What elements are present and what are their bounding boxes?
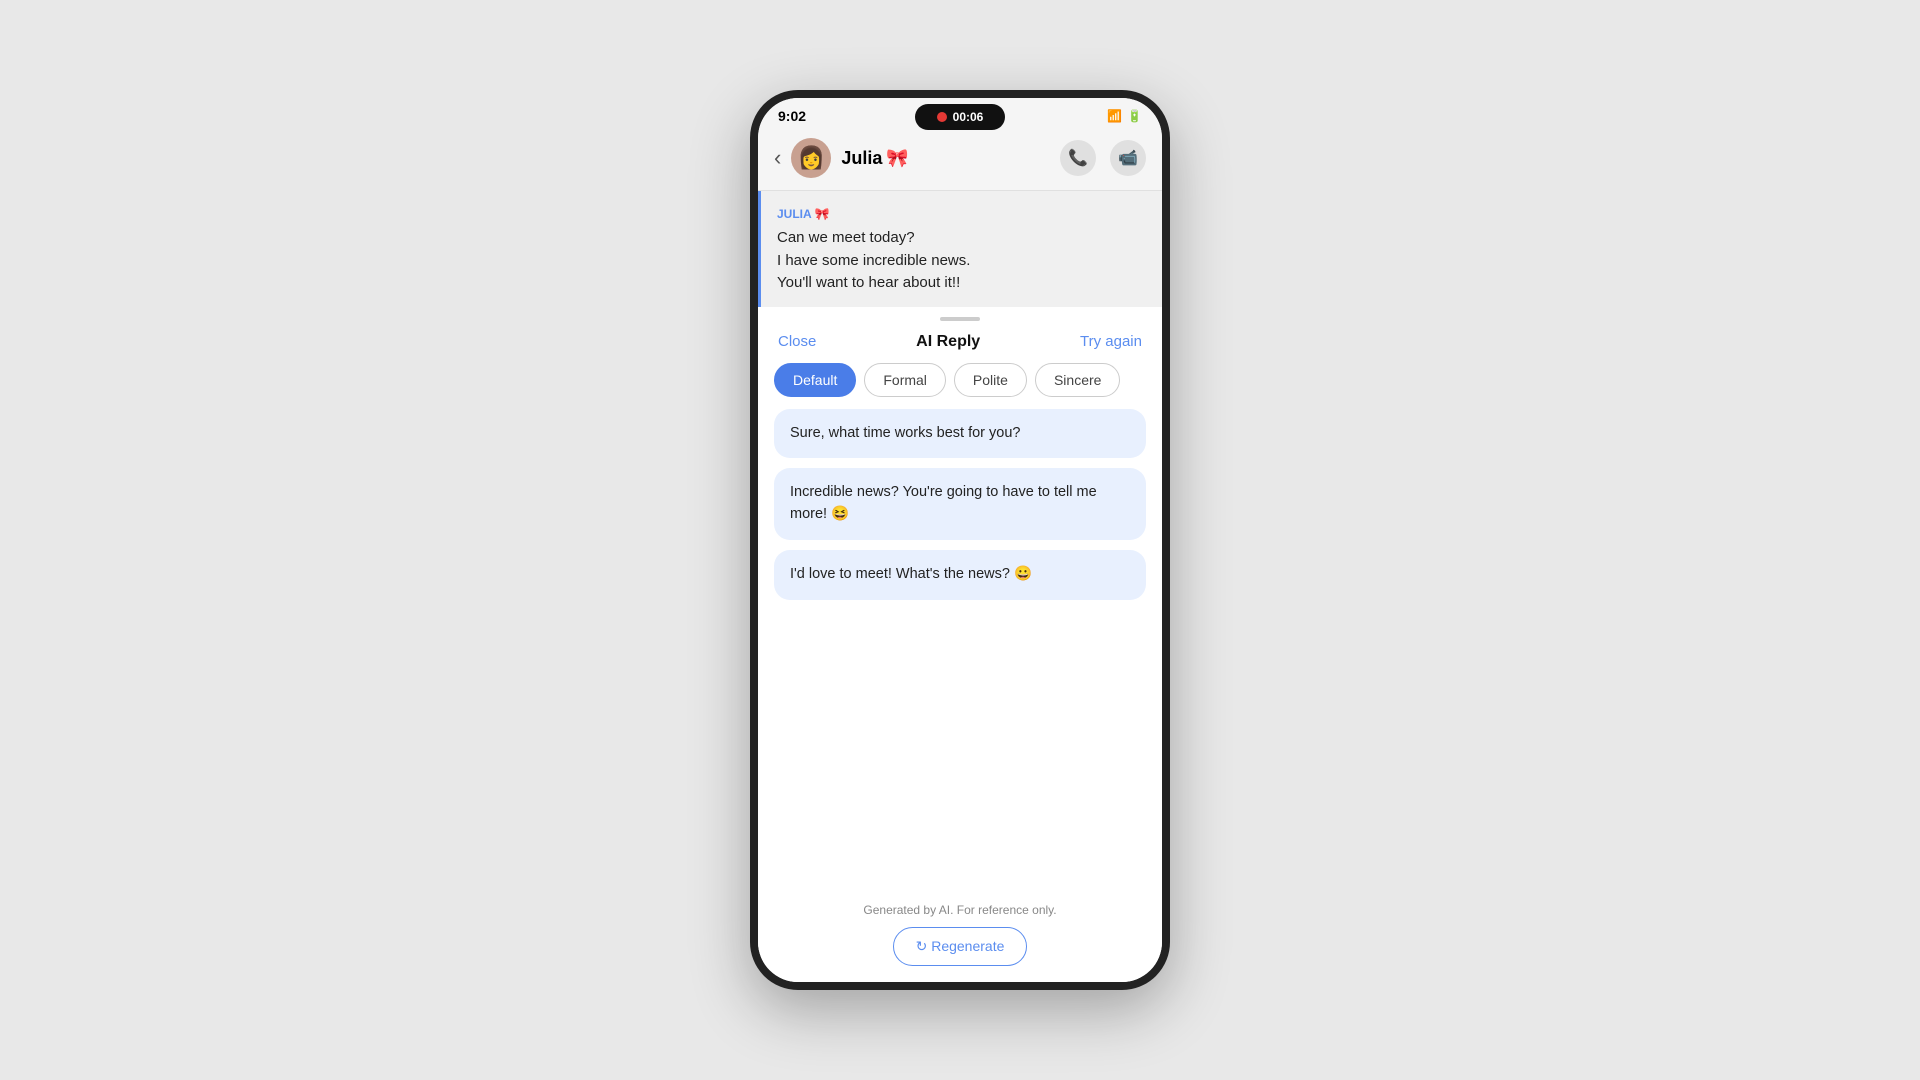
message-line-1: Can we meet today? <box>777 227 1146 250</box>
suggestions-list: Sure, what time works best for you? Incr… <box>758 409 1162 894</box>
suggestion-1[interactable]: Sure, what time works best for you? <box>774 409 1146 459</box>
video-call-button[interactable]: 📹 <box>1110 140 1146 176</box>
header-actions: 📞 📹 <box>1060 140 1146 176</box>
tone-formal-button[interactable]: Formal <box>864 363 946 397</box>
camera-pill: 00:06 <box>915 104 1005 130</box>
avatar: 👩 <box>791 138 831 178</box>
tone-polite-button[interactable]: Polite <box>954 363 1027 397</box>
message-line-2: I have some incredible news. <box>777 250 1146 273</box>
regenerate-button[interactable]: ↻ Regenerate <box>893 927 1028 966</box>
sender-label-emoji: 🎀 <box>815 207 830 221</box>
ai-disclaimer: Generated by AI. For reference only. <box>758 893 1162 923</box>
camera-timer: 00:06 <box>953 110 984 124</box>
camera-dot <box>937 112 947 122</box>
sender-label: JULIA 🎀 <box>777 207 1146 221</box>
status-bar: 9:02 00:06 📶 🔋 <box>758 98 1162 130</box>
wifi-icon: 📶 <box>1107 109 1122 123</box>
call-button[interactable]: 📞 <box>1060 140 1096 176</box>
back-button[interactable]: ‹ <box>774 145 781 171</box>
battery-icon: 🔋 <box>1127 109 1142 123</box>
status-icons: 📶 🔋 <box>1107 109 1142 123</box>
tone-sincere-button[interactable]: Sincere <box>1035 363 1120 397</box>
chat-header: ‹ 👩 Julia 🎀 📞 📹 <box>758 130 1162 191</box>
status-time: 9:02 <box>778 108 806 124</box>
suggestion-2[interactable]: Incredible news? You're going to have to… <box>774 468 1146 540</box>
tone-filters: Default Formal Polite Sincere <box>758 359 1162 409</box>
sender-name: JULIA <box>777 207 812 221</box>
message-line-3: You'll want to hear about it!! <box>777 272 1146 295</box>
ai-reply-panel: Close AI Reply Try again Default Formal … <box>758 307 1162 983</box>
contact-emoji: 🎀 <box>886 148 908 169</box>
contact-name: Julia 🎀 <box>841 148 1050 169</box>
panel-header: Close AI Reply Try again <box>758 321 1162 359</box>
close-button[interactable]: Close <box>778 333 816 350</box>
suggestion-3[interactable]: I'd love to meet! What's the news? 😀 <box>774 550 1146 600</box>
tone-default-button[interactable]: Default <box>774 363 856 397</box>
try-again-button[interactable]: Try again <box>1080 333 1142 350</box>
panel-title: AI Reply <box>916 333 980 351</box>
incoming-message-area: JULIA 🎀 Can we meet today? I have some i… <box>758 191 1162 307</box>
incoming-message-text: Can we meet today? I have some incredibl… <box>777 227 1146 295</box>
phone-frame: 9:02 00:06 📶 🔋 ‹ 👩 Julia 🎀 📞 📹 JULIA 🎀 C… <box>750 90 1170 990</box>
contact-name-text: Julia <box>841 148 882 169</box>
